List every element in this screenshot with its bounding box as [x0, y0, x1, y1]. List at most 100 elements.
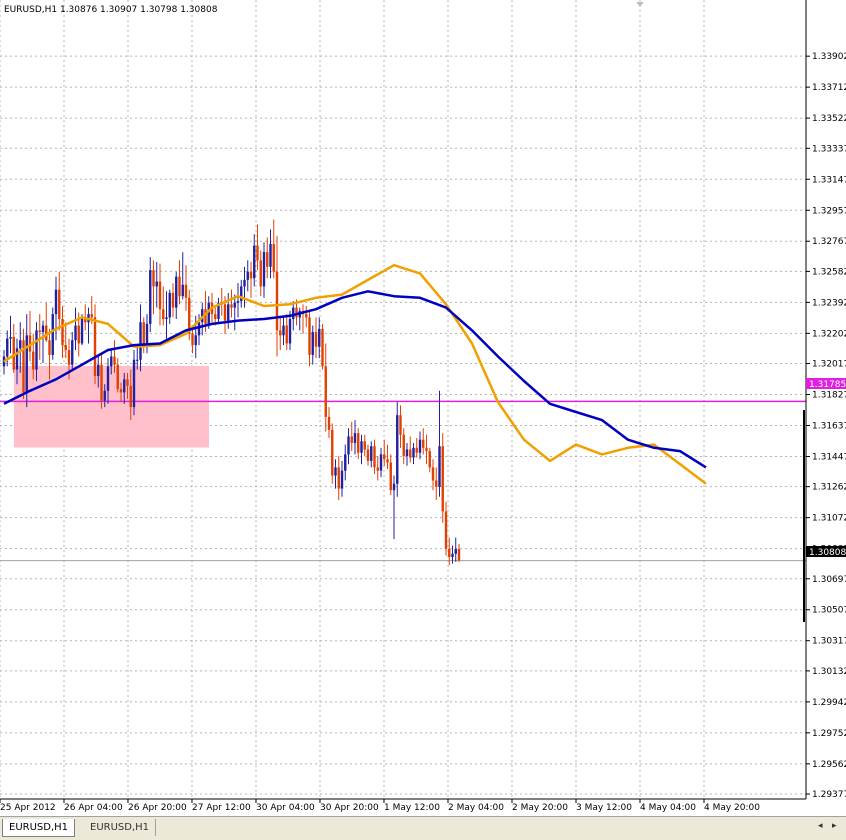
- candle-body: [383, 454, 386, 460]
- time-axis: 25 Apr 2012 26 Apr 04:00 26 Apr 20:00 27 Ap…: [0, 799, 760, 813]
- price-tick-label: 1.31637: [812, 421, 846, 431]
- candle-body: [236, 301, 240, 303]
- candle-body: [233, 302, 236, 308]
- candle-body: [353, 433, 357, 443]
- svg-text:1.30808: 1.30808: [809, 548, 846, 558]
- price-tick-label: 1.33522: [812, 114, 846, 124]
- time-tick-label: 2 May 04:00: [448, 803, 504, 813]
- candle-body: [178, 276, 181, 297]
- candle-body: [38, 330, 41, 333]
- candle-body: [194, 335, 197, 346]
- candle-body: [246, 271, 249, 280]
- scroll-right-icon[interactable]: ▸: [832, 821, 837, 831]
- candle-body: [158, 281, 162, 310]
- candle-body: [275, 271, 279, 331]
- candle-body: [269, 244, 272, 267]
- candle-body: [129, 385, 132, 408]
- price-tick-label: 1.29377: [812, 790, 846, 800]
- price-tick-label: 1.33712: [812, 83, 846, 93]
- candle-body: [74, 325, 77, 341]
- candle-body: [318, 328, 321, 347]
- candle-body: [197, 322, 201, 336]
- candle: [331, 423, 334, 484]
- candle-body: [399, 415, 402, 435]
- candle-body: [6, 338, 9, 357]
- candle-body: [71, 340, 74, 365]
- candle: [132, 349, 136, 416]
- candle-body: [253, 245, 256, 279]
- candle-body: [123, 379, 126, 393]
- candle-body: [25, 335, 28, 393]
- candle-body: [340, 470, 344, 489]
- candle-body: [386, 459, 389, 463]
- candle-body: [285, 325, 288, 344]
- price-tick-label: 1.33147: [812, 175, 846, 185]
- price-tick-label: 1.31827: [812, 391, 846, 401]
- candle-body: [373, 446, 376, 468]
- price-axis: 1.33902 1.33712 1.33522 1.33337 1.33147 1.329…: [806, 52, 846, 800]
- scroll-left-icon[interactable]: ◂: [818, 821, 823, 831]
- candle-body: [402, 434, 405, 456]
- candle: [396, 402, 399, 497]
- price-tick-label: 1.29942: [812, 698, 846, 708]
- candle-body: [58, 289, 61, 320]
- candle-body: [308, 317, 311, 355]
- candle-body: [334, 467, 337, 476]
- candle-body: [363, 441, 366, 450]
- candle-body: [441, 446, 444, 512]
- candle-body: [324, 366, 327, 417]
- candle-body: [314, 332, 318, 347]
- time-tick-label: 30 Apr 20:00: [320, 803, 379, 813]
- candle-body: [181, 284, 184, 297]
- price-tick-label: 1.32582: [812, 267, 846, 277]
- price-tick-label: 1.31262: [812, 483, 846, 493]
- candle-body: [392, 483, 396, 491]
- candle-body: [305, 314, 308, 318]
- time-tick-label: 2 May 20:00: [512, 803, 568, 813]
- candle-body: [126, 379, 129, 386]
- candle-body: [357, 433, 360, 453]
- candle-body: [259, 260, 262, 287]
- candle-body: [9, 336, 12, 339]
- candle-body: [168, 292, 171, 318]
- candle-body: [97, 364, 100, 377]
- price-tick-label: 1.30132: [812, 667, 846, 677]
- time-tick-label: 1 May 12:00: [384, 803, 440, 813]
- candle-body: [249, 271, 253, 279]
- candle-body: [19, 340, 22, 349]
- candle-body: [435, 480, 438, 487]
- candle-body: [331, 429, 334, 476]
- candle-body: [422, 439, 425, 448]
- price-tick-label: 1.31447: [812, 452, 846, 462]
- candle-body: [272, 244, 275, 272]
- candle-body: [48, 340, 51, 355]
- candle-body: [448, 548, 451, 558]
- candle-body: [321, 328, 324, 367]
- candle-body: [67, 349, 71, 365]
- candle-body: [457, 548, 461, 561]
- candle-body: [116, 364, 119, 390]
- chart-title: EURUSD,H1 1.30876 1.30907 1.30798 1.3080…: [4, 5, 218, 15]
- time-tick-label: 26 Apr 20:00: [128, 803, 187, 813]
- candle-body: [379, 454, 383, 471]
- candle-body: [12, 336, 15, 370]
- tab-eurusd-h1-active[interactable]: EURUSD,H1: [2, 819, 76, 837]
- price-tick-label: 1.32202: [812, 329, 846, 339]
- candle-body: [282, 325, 285, 336]
- tab-eurusd-h1[interactable]: EURUSD,H1: [84, 819, 157, 836]
- price-tick-label: 1.29752: [812, 729, 846, 739]
- chart-tabs-bar: EURUSD,H1 EURUSD,H1 ◂ ▸: [0, 816, 846, 840]
- candle-body: [438, 446, 441, 487]
- time-tick-label: 4 May 04:00: [640, 803, 696, 813]
- candle-body: [256, 245, 259, 261]
- candle-body: [370, 446, 373, 461]
- candle: [441, 433, 444, 523]
- candle-body: [93, 317, 97, 377]
- price-chart[interactable]: 1.33902 1.33712 1.33522 1.33337 1.33147 1.329…: [0, 0, 846, 816]
- candle-body: [288, 319, 292, 344]
- price-tick-label: 1.30317: [812, 637, 846, 647]
- candle-body: [41, 325, 45, 333]
- candle: [51, 307, 54, 360]
- candle-body: [344, 454, 347, 471]
- candle-body: [295, 307, 298, 318]
